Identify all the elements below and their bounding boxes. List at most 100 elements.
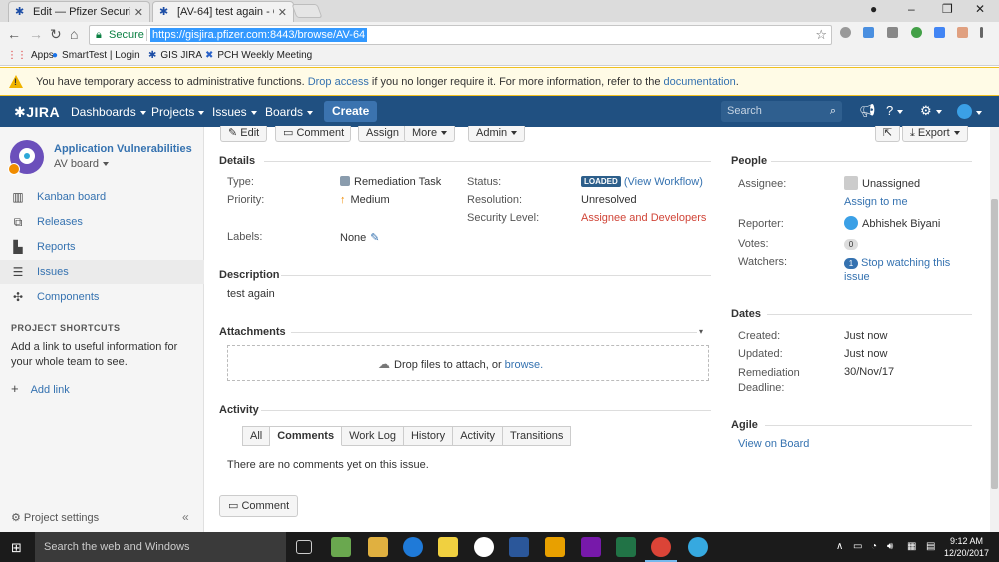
attachment-dropzone[interactable]: ☁ Drop files to attach, or browse.	[227, 345, 709, 381]
create-button[interactable]: Create	[324, 101, 378, 122]
chrome-icon[interactable]	[651, 537, 671, 557]
nav-boards[interactable]: Boards	[265, 105, 314, 119]
minimize-icon[interactable]: –	[908, 2, 915, 16]
extension-icon[interactable]	[887, 27, 898, 38]
documentation-link[interactable]: documentation	[664, 76, 736, 88]
tab-activity[interactable]: Activity	[453, 426, 504, 446]
user-avatar[interactable]	[957, 104, 982, 119]
outlook-icon[interactable]	[545, 537, 565, 557]
edge-browser-icon[interactable]	[403, 537, 423, 557]
project-name[interactable]: Application Vulnerabilities	[54, 143, 192, 155]
url-input[interactable]: 🔒︎ Secure https://gisjira.pfizer.com:844…	[89, 25, 832, 45]
view-workflow-link[interactable]: (View Workflow)	[624, 176, 703, 188]
pencil-icon[interactable]: ✎	[370, 232, 379, 244]
sidebar-item-issues[interactable]: ☰ Issues	[0, 260, 204, 284]
assign-to-me-link[interactable]: Assign to me	[844, 196, 908, 208]
app-icon[interactable]	[474, 537, 494, 557]
network-icon[interactable]: ◔	[871, 541, 877, 552]
bookmark-smarttest[interactable]: ● SmartTest | Login	[52, 50, 140, 61]
board-selector[interactable]: AV board	[54, 158, 110, 170]
tab-all[interactable]: All	[242, 426, 271, 446]
extension-icon[interactable]	[911, 27, 922, 38]
notification-icon[interactable]: ▤	[926, 541, 935, 552]
forward-icon[interactable]: →	[29, 27, 43, 41]
extension-icon[interactable]	[840, 27, 851, 38]
url-text[interactable]: https://gisjira.pfizer.com:8443/browse/A…	[150, 28, 368, 42]
search-input[interactable]: Search ⌕	[721, 101, 842, 122]
attachments-options-icon[interactable]: ▾	[699, 327, 703, 336]
keyboard-icon[interactable]: ▦	[907, 541, 916, 552]
reload-icon[interactable]: ↻	[50, 27, 62, 41]
project-settings-link[interactable]: ⚙ Project settings	[11, 511, 99, 524]
close-icon[interactable]: ✕	[134, 6, 143, 19]
comment-toolbar-button[interactable]: ▭ Comment	[275, 126, 351, 142]
skype-icon[interactable]	[509, 537, 529, 557]
collapse-sidebar-icon[interactable]: «	[182, 510, 189, 524]
megaphone-icon[interactable]: 📢︎	[859, 104, 876, 118]
onenote-icon[interactable]	[581, 537, 601, 557]
battery-icon[interactable]: ▭	[853, 541, 862, 552]
tab-comments[interactable]: Comments	[270, 426, 343, 446]
watchers-value[interactable]: 1 Stop watching this issue	[844, 256, 964, 284]
volume-icon[interactable]: 🔊︎	[887, 541, 893, 552]
windows-start-icon[interactable]: ⊞	[11, 541, 22, 554]
nav-projects[interactable]: Projects	[151, 105, 205, 119]
file-explorer-icon[interactable]	[368, 537, 388, 557]
reporter-value[interactable]: Abhishek Biyani	[844, 216, 940, 230]
page-scrollbar[interactable]	[990, 127, 999, 532]
sidebar-item-releases[interactable]: ⧉ Releases	[0, 210, 204, 234]
menu-icon[interactable]	[980, 27, 983, 38]
more-button[interactable]: More	[404, 126, 456, 142]
sticky-notes-icon[interactable]	[438, 537, 458, 557]
sidebar-item-components[interactable]: ✣ Components	[0, 285, 204, 309]
excel-icon[interactable]	[616, 537, 636, 557]
bookmark-apps[interactable]: ⋮⋮ Apps	[7, 50, 54, 61]
tab-transitions[interactable]: Transitions	[503, 426, 572, 446]
nav-dashboards[interactable]: Dashboards	[71, 105, 146, 119]
export-button[interactable]: ⤓ Export	[902, 126, 968, 142]
profile-icon[interactable]: ●	[870, 2, 877, 16]
stop-watching-link[interactable]: Stop watching this issue	[844, 257, 950, 283]
browser-tab-edit[interactable]: ✱ Edit — Pfizer Security te ✕	[8, 1, 150, 22]
edit-button[interactable]: ✎ Edit	[220, 126, 268, 142]
bookmark-gis-jira[interactable]: ✱ GIS JIRA	[148, 50, 202, 61]
comment-button[interactable]: ▭ Comment	[219, 495, 299, 517]
drop-access-link[interactable]: Drop access	[308, 76, 369, 88]
nav-issues[interactable]: Issues	[212, 105, 257, 119]
back-icon[interactable]: ←	[7, 27, 21, 41]
notepad-app-icon[interactable]	[331, 537, 351, 557]
app-icon[interactable]	[688, 537, 708, 557]
window-close-icon[interactable]: ✕	[975, 2, 985, 16]
home-icon[interactable]: ⌂	[70, 27, 78, 41]
browse-link[interactable]: browse.	[505, 359, 544, 371]
description-text[interactable]: test again	[227, 288, 275, 300]
bookmark-star-icon[interactable]: ☆	[815, 27, 827, 43]
browser-tab-issue[interactable]: ✱ [AV-64] test again - GIS ✕	[152, 1, 294, 22]
sidebar-item-reports[interactable]: ▙ Reports	[0, 235, 204, 259]
labels-value[interactable]: None ✎	[340, 231, 380, 244]
maximize-icon[interactable]: ❐	[942, 2, 953, 16]
scrollbar-thumb[interactable]	[991, 199, 998, 489]
jira-logo[interactable]: ✱JIRA	[14, 104, 60, 121]
bookmark-pch[interactable]: ✖ PCH Weekly Meeting	[205, 50, 312, 61]
gear-icon[interactable]: ⚙	[920, 104, 942, 118]
extension-icon[interactable]	[957, 27, 968, 38]
assign-button[interactable]: Assign	[358, 126, 408, 142]
tab-history[interactable]: History	[403, 426, 454, 446]
taskbar-clock[interactable]: 9:12 AM 12/20/2017	[944, 535, 989, 559]
extension-icon[interactable]	[934, 27, 945, 38]
sidebar-item-kanban[interactable]: ▥ Kanban board	[0, 185, 204, 209]
share-button[interactable]: ⇱	[875, 126, 901, 142]
task-view-icon[interactable]	[296, 540, 312, 554]
taskbar-search-input[interactable]: Search the web and Windows	[35, 532, 286, 562]
add-link-button[interactable]: + Add link	[11, 381, 70, 396]
new-tab-button[interactable]	[291, 4, 323, 18]
admin-button[interactable]: Admin	[468, 126, 526, 142]
votes-value[interactable]: 0	[844, 238, 858, 250]
close-icon[interactable]: ✕	[278, 6, 287, 19]
extension-icon[interactable]	[863, 27, 874, 38]
tab-work-log[interactable]: Work Log	[342, 426, 404, 446]
help-icon[interactable]: ?	[886, 104, 904, 118]
tray-chevron-icon[interactable]: ∧	[836, 541, 843, 552]
view-on-board-link[interactable]: View on Board	[738, 438, 809, 450]
